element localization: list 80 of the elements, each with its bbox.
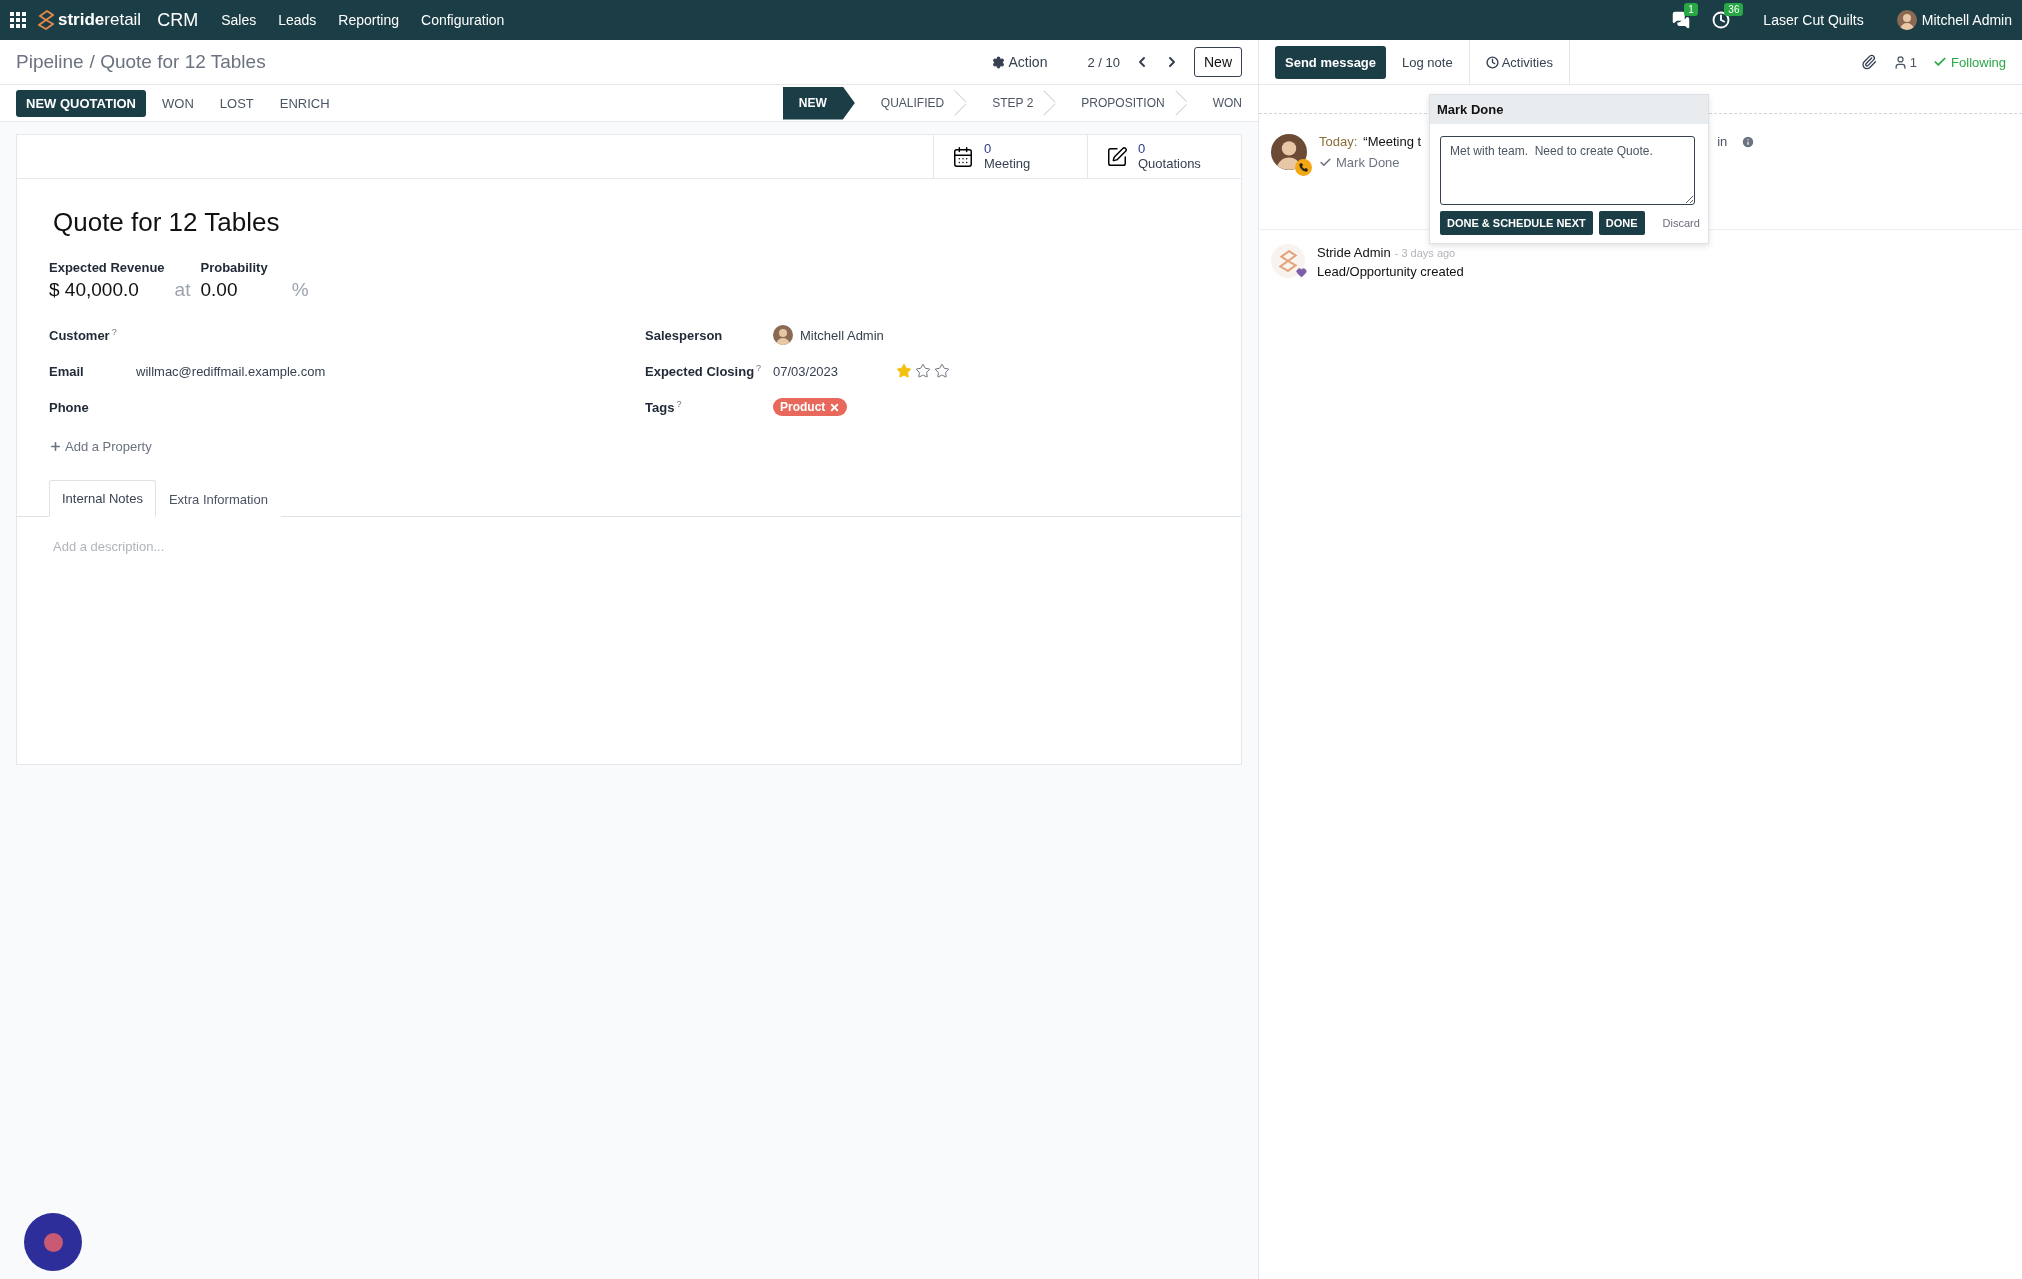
at-label: at bbox=[174, 279, 191, 301]
company-name[interactable]: Laser Cut Quilts bbox=[1752, 12, 1875, 28]
breadcrumb-link[interactable]: Pipeline bbox=[16, 51, 84, 73]
messages-icon[interactable] bbox=[1672, 11, 1691, 29]
field-label: Expected Revenue bbox=[49, 260, 165, 275]
probability-value[interactable]: 0.00 bbox=[200, 279, 268, 301]
priority-stars[interactable] bbox=[896, 363, 951, 379]
edit-icon bbox=[1106, 145, 1128, 168]
field-label: Tags$^{?}$ bbox=[645, 400, 682, 416]
check-icon bbox=[1319, 156, 1332, 169]
field-label: Salesperson bbox=[645, 328, 723, 343]
stage-button[interactable]: NEW bbox=[782, 86, 855, 120]
check-icon bbox=[1933, 55, 1948, 69]
menu-item[interactable]: Leads bbox=[267, 12, 328, 28]
activity-text: in bbox=[1717, 134, 1728, 149]
field-label: Phone bbox=[49, 400, 89, 415]
activity-summary: “Meeting t bbox=[1363, 134, 1422, 149]
salesperson-value: Mitchell Admin bbox=[800, 327, 884, 343]
message-count: 1 bbox=[1684, 3, 1698, 16]
field-label: Probability bbox=[200, 260, 268, 275]
add-property-button[interactable]: Add a Property bbox=[49, 439, 152, 454]
tag: Product bbox=[773, 398, 848, 416]
field-label: Customer$^{?}$ bbox=[49, 328, 117, 344]
star-icon[interactable] bbox=[915, 363, 932, 379]
header-button[interactable]: WON bbox=[152, 89, 204, 117]
info-icon[interactable] bbox=[1741, 134, 1756, 149]
activity-count: 36 bbox=[1724, 3, 1744, 16]
user-avatar[interactable] bbox=[1896, 10, 1917, 30]
revenue-value[interactable]: $ 40,000.0 bbox=[49, 279, 165, 301]
tab[interactable]: Internal Notes bbox=[49, 480, 156, 517]
menu-item[interactable]: Sales bbox=[210, 12, 268, 28]
mark-done-link[interactable]: Mark Done bbox=[1319, 155, 1400, 170]
apps-menu-icon[interactable] bbox=[10, 12, 26, 28]
app-name[interactable]: CRM bbox=[141, 9, 211, 31]
phone-icon bbox=[1295, 159, 1312, 176]
action-button[interactable]: Action bbox=[985, 53, 1054, 71]
new-button[interactable]: New bbox=[1194, 47, 1242, 77]
plus-icon bbox=[49, 440, 62, 453]
field-value[interactable]: willmac@rediffmail.example.com bbox=[136, 363, 326, 379]
floating-button[interactable] bbox=[24, 1213, 82, 1271]
field-label: Expected Closing$^{?}$ bbox=[645, 364, 762, 380]
feedback-field[interactable]: Met with team. Need to create Quote. bbox=[1440, 136, 1695, 205]
send-message-button[interactable]: Send message bbox=[1275, 45, 1387, 79]
heart-icon bbox=[1296, 267, 1307, 278]
clock-icon bbox=[1485, 55, 1499, 69]
gear-icon bbox=[991, 55, 1005, 69]
activities-button[interactable]: Activities bbox=[1468, 40, 1570, 84]
done-button[interactable]: DONE & SCHEDULE NEXT bbox=[1440, 211, 1593, 235]
user-avatar bbox=[1271, 134, 1307, 170]
menu-item[interactable]: Reporting bbox=[327, 12, 411, 28]
breadcrumb-current: / Quote for 12 Tables bbox=[89, 51, 266, 73]
activity-date: Today: bbox=[1319, 134, 1358, 149]
user-avatar bbox=[773, 325, 793, 345]
message-date: - 3 days ago bbox=[1394, 247, 1456, 259]
popover-title: Mark Done bbox=[1437, 102, 1504, 117]
date-value[interactable]: 07/03/2023 bbox=[773, 363, 839, 379]
calendar-icon bbox=[952, 145, 974, 168]
remove-icon[interactable] bbox=[829, 401, 841, 413]
followers-button[interactable]: 1 bbox=[1892, 54, 1918, 70]
message-body: Lead/Opportunity created bbox=[1317, 264, 1464, 279]
record-title[interactable]: Quote for 12 Tables bbox=[53, 207, 1205, 238]
menu-item[interactable]: Configuration bbox=[410, 12, 516, 28]
author-name[interactable]: Stride Admin bbox=[1317, 245, 1391, 260]
user-name[interactable]: Mitchell Admin bbox=[1921, 12, 2012, 28]
percent-sign: % bbox=[291, 279, 309, 301]
logo-icon bbox=[1278, 250, 1298, 272]
header-button[interactable]: LOST bbox=[209, 89, 264, 117]
paperclip-icon[interactable] bbox=[1860, 54, 1877, 70]
person-icon bbox=[1892, 54, 1908, 70]
primary-button[interactable]: NEW QUOTATION bbox=[16, 89, 146, 117]
header-button[interactable]: ENRICH bbox=[269, 89, 340, 117]
pager-value: 2 / 10 bbox=[1087, 54, 1120, 70]
star-icon[interactable] bbox=[896, 363, 913, 379]
logo-icon bbox=[38, 10, 54, 30]
star-icon[interactable] bbox=[934, 363, 951, 379]
field-label: Email bbox=[49, 364, 84, 379]
discard-button[interactable]: Discard bbox=[1656, 216, 1706, 230]
done-button[interactable]: DONE bbox=[1598, 211, 1645, 235]
brand-logo: strideretail bbox=[38, 10, 142, 30]
activity-icon[interactable] bbox=[1712, 11, 1731, 29]
